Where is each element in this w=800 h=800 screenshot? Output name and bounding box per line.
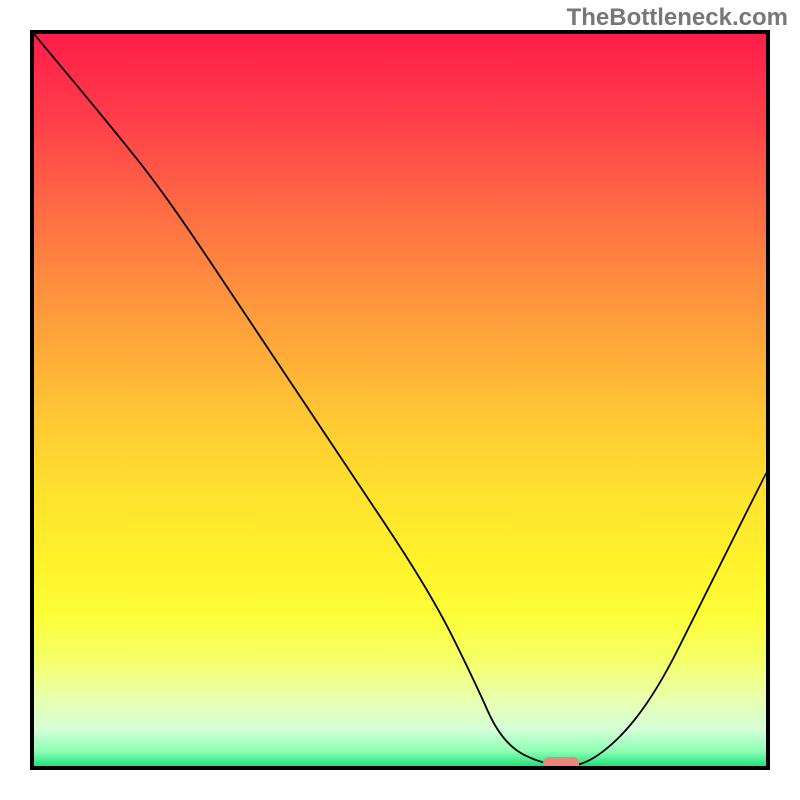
plot-frame [30, 30, 770, 770]
curve-layer [34, 34, 766, 766]
bottleneck-curve [34, 34, 766, 766]
watermark-text: TheBottleneck.com [567, 4, 788, 32]
chart-container: TheBottleneck.com [0, 0, 800, 800]
optimum-marker [543, 757, 579, 766]
